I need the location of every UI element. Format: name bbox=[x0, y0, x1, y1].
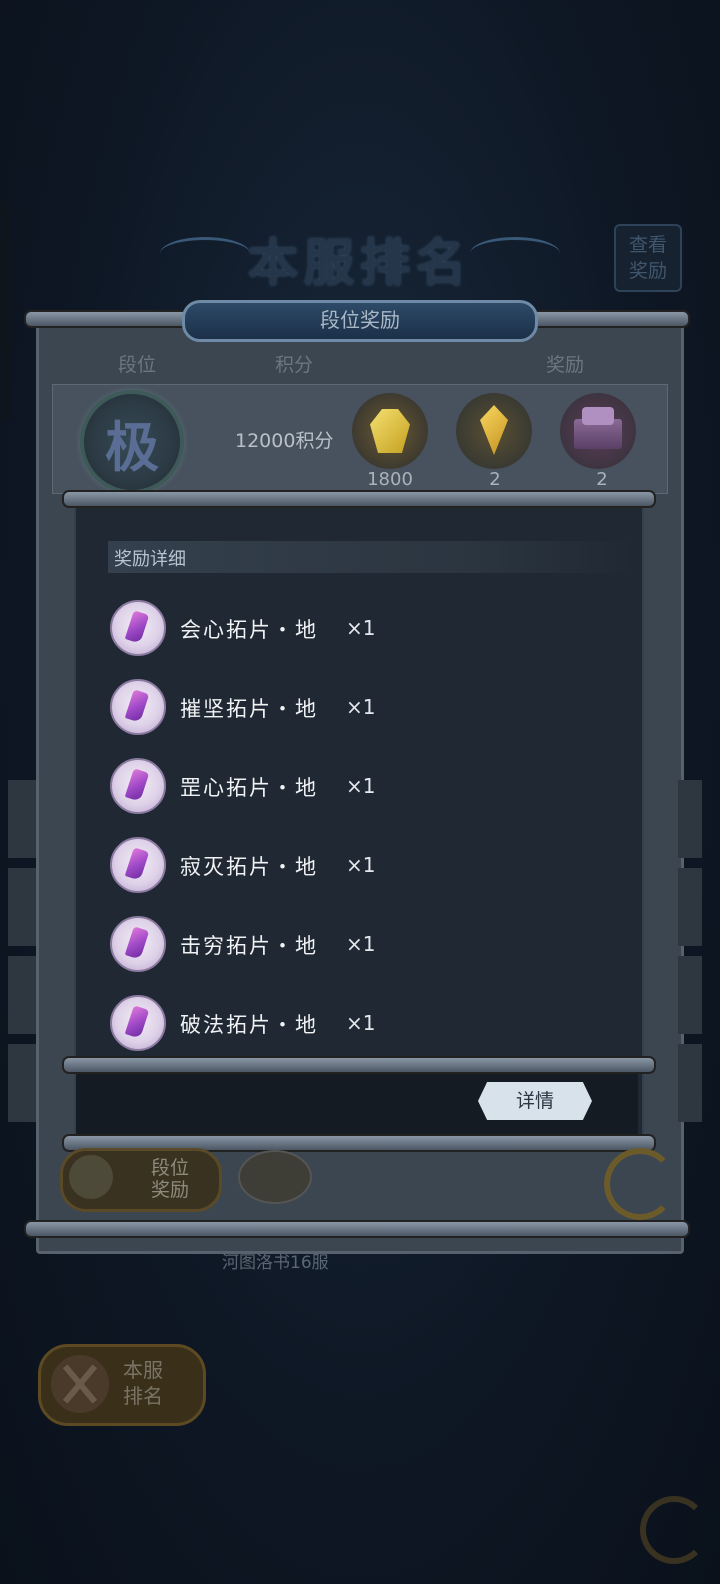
modal-divider-bar bbox=[62, 1056, 656, 1074]
server-rank-button[interactable]: 本服 排名 bbox=[38, 1344, 206, 1426]
item-quantity: ×1 bbox=[346, 932, 376, 956]
rank-badge: 极 bbox=[80, 390, 184, 494]
column-header-rank: 段位 bbox=[118, 354, 157, 376]
list-row-edge bbox=[8, 1044, 36, 1122]
page-title-banner: 本服排名 bbox=[160, 215, 560, 292]
view-reward-button[interactable]: 查看 奖励 bbox=[614, 224, 682, 292]
item-quantity: ×1 bbox=[346, 616, 376, 640]
list-row-edge bbox=[678, 868, 702, 946]
rubbing-scroll-icon bbox=[110, 679, 166, 735]
rank-reward-label-1: 段位 bbox=[151, 1157, 190, 1179]
reward-count: 2 bbox=[489, 469, 501, 490]
reward-item[interactable]: 破法拓片・地 ×1 bbox=[110, 995, 530, 1051]
score-text: 12000积分 bbox=[235, 430, 334, 452]
server-name: 河图洛书16服 bbox=[222, 1253, 329, 1273]
rubbing-scroll-icon bbox=[110, 600, 166, 656]
list-row-edge bbox=[678, 1044, 702, 1122]
column-header-reward: 奖励 bbox=[546, 354, 585, 376]
list-row-edge bbox=[678, 956, 702, 1034]
gold-gem-icon[interactable] bbox=[352, 393, 428, 469]
purple-chest-icon[interactable] bbox=[560, 393, 636, 469]
list-row-edge bbox=[678, 780, 702, 858]
item-name: 会心拓片・地 bbox=[180, 618, 318, 642]
rubbing-scroll-icon bbox=[110, 758, 166, 814]
rank-reward-emblem-icon bbox=[69, 1155, 113, 1199]
list-row-edge bbox=[8, 780, 36, 858]
rubbing-scroll-icon bbox=[110, 837, 166, 893]
reward-item[interactable]: 会心拓片・地 ×1 bbox=[110, 600, 530, 656]
rank-reward-button[interactable]: 段位 奖励 bbox=[60, 1148, 222, 1212]
reward-item[interactable]: 罡心拓片・地 ×1 bbox=[110, 758, 530, 814]
item-quantity: ×1 bbox=[346, 774, 376, 798]
reward-item[interactable]: 寂灭拓片・地 ×1 bbox=[110, 837, 530, 893]
details-button[interactable]: 详情 bbox=[478, 1082, 592, 1120]
refresh-swirl-icon[interactable] bbox=[604, 1148, 676, 1220]
column-header-score: 积分 bbox=[275, 354, 314, 376]
reward-count: 1800 bbox=[367, 469, 413, 490]
reward-item[interactable]: 摧坚拓片・地 ×1 bbox=[110, 679, 530, 735]
reward-item[interactable]: 击穷拓片・地 ×1 bbox=[110, 916, 530, 972]
item-quantity: ×1 bbox=[346, 1011, 376, 1035]
crossed-swords-icon bbox=[51, 1355, 109, 1413]
corner-swirl-icon bbox=[640, 1496, 708, 1564]
yellow-crystal-icon[interactable] bbox=[456, 393, 532, 469]
panel-bottom-bar bbox=[24, 1220, 690, 1238]
rank-reward-label-2: 奖励 bbox=[151, 1179, 190, 1201]
page-title: 本服排名 bbox=[248, 233, 472, 292]
item-name: 破法拓片・地 bbox=[180, 1013, 318, 1037]
server-rank-label-1: 本服 bbox=[123, 1358, 163, 1382]
item-name: 击穷拓片・地 bbox=[180, 934, 318, 958]
view-reward-label-1: 查看 bbox=[628, 234, 667, 256]
treasure-icon[interactable] bbox=[238, 1150, 312, 1204]
rubbing-scroll-icon bbox=[110, 995, 166, 1051]
reward-count: 2 bbox=[596, 469, 608, 490]
side-handle[interactable] bbox=[0, 200, 12, 420]
tab-rank-reward[interactable]: 段位奖励 bbox=[182, 300, 538, 342]
modal-title-strip bbox=[108, 541, 636, 573]
item-quantity: ×1 bbox=[346, 695, 376, 719]
list-row-edge bbox=[8, 956, 36, 1034]
view-reward-label-2: 奖励 bbox=[628, 260, 667, 282]
item-name: 罡心拓片・地 bbox=[180, 776, 318, 800]
list-row-edge bbox=[8, 868, 36, 946]
modal-title: 奖励详细 bbox=[114, 549, 186, 570]
item-quantity: ×1 bbox=[346, 853, 376, 877]
item-name: 寂灭拓片・地 bbox=[180, 855, 318, 879]
modal-top-bar bbox=[62, 490, 656, 508]
item-name: 摧坚拓片・地 bbox=[180, 697, 318, 721]
server-rank-label-2: 排名 bbox=[123, 1384, 163, 1408]
rubbing-scroll-icon bbox=[110, 916, 166, 972]
